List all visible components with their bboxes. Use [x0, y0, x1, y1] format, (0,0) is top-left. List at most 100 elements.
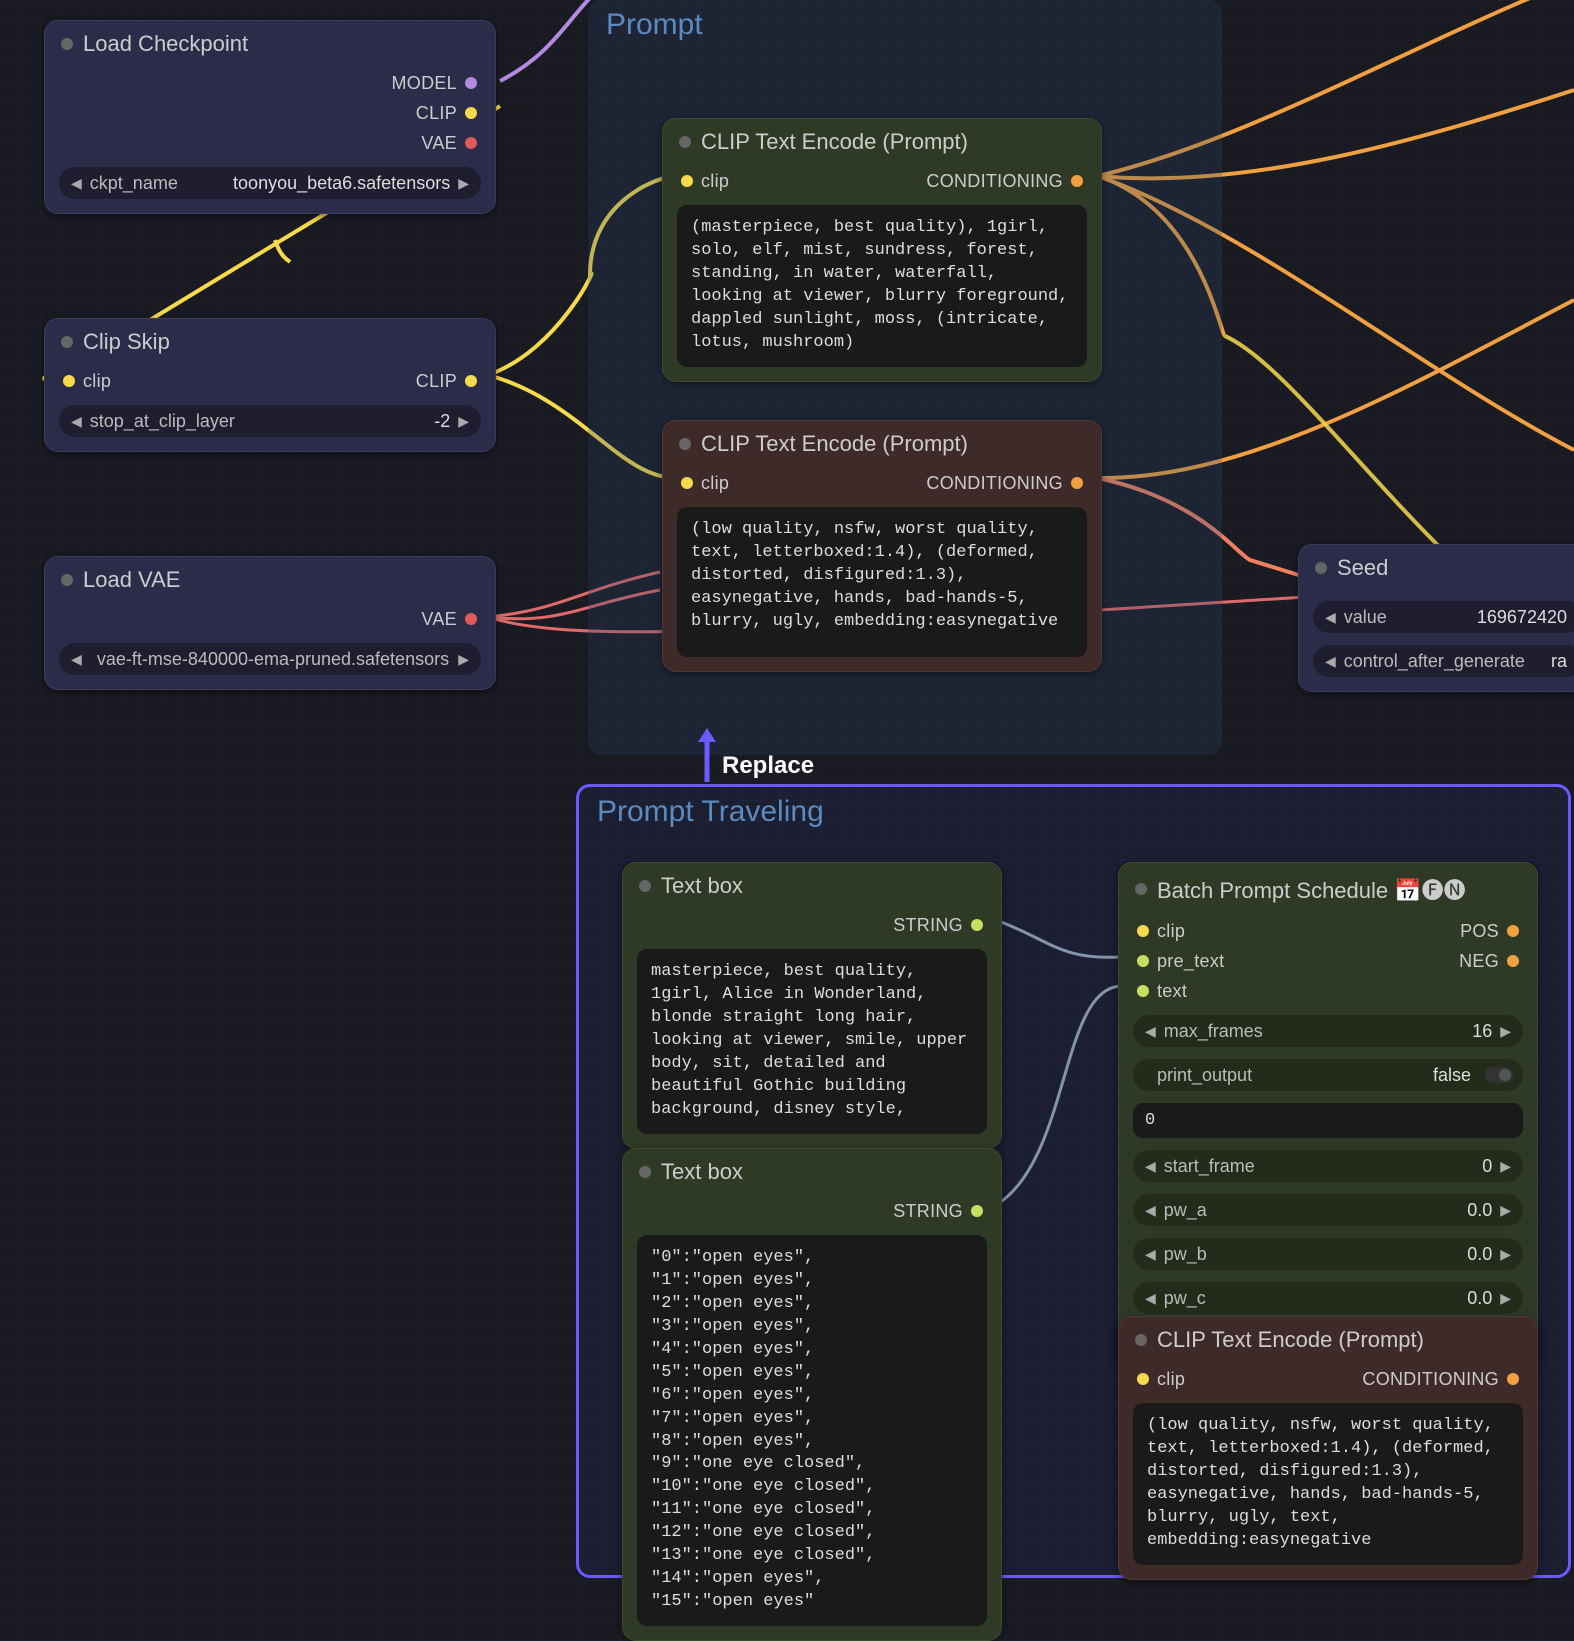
node-header[interactable]: Load VAE	[45, 557, 495, 601]
output-pos[interactable]: POS	[1460, 921, 1519, 942]
port-dot-icon[interactable]	[465, 77, 477, 89]
output-neg[interactable]: NEG	[1459, 951, 1519, 972]
input-pre-text[interactable]: pre_text	[1137, 951, 1224, 972]
chevron-left-icon[interactable]: ◀	[69, 413, 84, 430]
port-dot-icon[interactable]	[465, 107, 477, 119]
node-text-box-2[interactable]: Text box STRING "0":"open eyes", "1":"op…	[622, 1148, 1002, 1641]
param-start-frame[interactable]: ◀ start_frame 0 ▶	[1133, 1150, 1523, 1182]
node-clip-text-encode-negative-2[interactable]: CLIP Text Encode (Prompt) clip CONDITION…	[1118, 1316, 1538, 1580]
chevron-left-icon[interactable]: ◀	[1143, 1023, 1158, 1040]
node-header[interactable]: CLIP Text Encode (Prompt)	[663, 119, 1101, 163]
node-header[interactable]: Batch Prompt Schedule 📅🅕🅝	[1119, 863, 1537, 913]
prompt-text-input[interactable]: (masterpiece, best quality), 1girl, solo…	[677, 205, 1087, 367]
node-header[interactable]: CLIP Text Encode (Prompt)	[1119, 1317, 1537, 1361]
port-dot-icon[interactable]	[63, 375, 75, 387]
chevron-left-icon[interactable]: ◀	[1143, 1158, 1158, 1175]
node-load-vae[interactable]: Load VAE VAE ◀ vae-ft-mse-840000-ema-pru…	[44, 556, 496, 690]
collapse-dot-icon[interactable]	[1135, 883, 1147, 895]
node-clip-text-encode-positive[interactable]: CLIP Text Encode (Prompt) clip CONDITION…	[662, 118, 1102, 382]
prompt-text-input[interactable]: (low quality, nsfw, worst quality, text,…	[677, 507, 1087, 657]
port-dot-icon[interactable]	[1137, 925, 1149, 937]
collapse-dot-icon[interactable]	[639, 1166, 651, 1178]
collapse-dot-icon[interactable]	[61, 336, 73, 348]
param-vae-name[interactable]: ◀ vae-ft-mse-840000-ema-pruned.safetenso…	[59, 643, 481, 675]
input-clip[interactable]: clip	[681, 473, 729, 494]
chevron-left-icon[interactable]: ◀	[1323, 609, 1338, 626]
chevron-left-icon[interactable]: ◀	[69, 651, 84, 668]
output-conditioning[interactable]: CONDITIONING	[1362, 1369, 1519, 1390]
port-dot-icon[interactable]	[681, 477, 693, 489]
input-clip[interactable]: clip	[63, 371, 111, 392]
input-clip[interactable]: clip	[1137, 921, 1185, 942]
output-string[interactable]: STRING	[893, 915, 983, 936]
chevron-left-icon[interactable]: ◀	[1143, 1290, 1158, 1307]
inline-text-input[interactable]: 0	[1133, 1103, 1523, 1138]
node-header[interactable]: CLIP Text Encode (Prompt)	[663, 421, 1101, 465]
node-clip-skip[interactable]: Clip Skip clip CLIP ◀ stop_at_clip_layer…	[44, 318, 496, 452]
node-header[interactable]: Clip Skip	[45, 319, 495, 363]
port-dot-icon[interactable]	[681, 175, 693, 187]
chevron-right-icon[interactable]: ▶	[456, 413, 471, 430]
param-pw-a[interactable]: ◀ pw_a 0.0 ▶	[1133, 1194, 1523, 1226]
param-print-output[interactable]: print_output false	[1133, 1059, 1523, 1091]
toggle-icon[interactable]	[1485, 1067, 1513, 1083]
chevron-left-icon[interactable]: ◀	[69, 175, 84, 192]
node-seed[interactable]: Seed ◀ value 169672420 ◀ control_after_g…	[1298, 544, 1574, 692]
input-clip[interactable]: clip	[1137, 1369, 1185, 1390]
node-header[interactable]: Load Checkpoint	[45, 21, 495, 65]
collapse-dot-icon[interactable]	[61, 574, 73, 586]
port-dot-icon[interactable]	[465, 375, 477, 387]
node-header[interactable]: Text box	[623, 1149, 1001, 1193]
text-input[interactable]: masterpiece, best quality, 1girl, Alice …	[637, 949, 987, 1134]
chevron-right-icon[interactable]: ▶	[1498, 1158, 1513, 1175]
port-dot-icon[interactable]	[465, 613, 477, 625]
port-dot-icon[interactable]	[1137, 1373, 1149, 1385]
port-dot-icon[interactable]	[1137, 955, 1149, 967]
node-text-box-1[interactable]: Text box STRING masterpiece, best qualit…	[622, 862, 1002, 1149]
chevron-left-icon[interactable]: ◀	[1143, 1202, 1158, 1219]
chevron-left-icon[interactable]: ◀	[1143, 1246, 1158, 1263]
chevron-right-icon[interactable]: ▶	[1498, 1023, 1513, 1040]
port-dot-icon[interactable]	[1507, 925, 1519, 937]
port-dot-icon[interactable]	[1071, 477, 1083, 489]
collapse-dot-icon[interactable]	[1315, 562, 1327, 574]
param-control-after-generate[interactable]: ◀ control_after_generate ra	[1313, 645, 1574, 677]
node-batch-prompt-schedule[interactable]: Batch Prompt Schedule 📅🅕🅝 clip POS pre_t…	[1118, 862, 1538, 1373]
output-conditioning[interactable]: CONDITIONING	[926, 473, 1083, 494]
port-dot-icon[interactable]	[1507, 955, 1519, 967]
output-vae[interactable]: VAE	[421, 609, 477, 630]
chevron-right-icon[interactable]: ▶	[1498, 1246, 1513, 1263]
output-clip[interactable]: CLIP	[416, 103, 477, 124]
collapse-dot-icon[interactable]	[679, 438, 691, 450]
node-clip-text-encode-negative[interactable]: CLIP Text Encode (Prompt) clip CONDITION…	[662, 420, 1102, 672]
chevron-right-icon[interactable]: ▶	[456, 651, 471, 668]
collapse-dot-icon[interactable]	[61, 38, 73, 50]
port-dot-icon[interactable]	[1137, 985, 1149, 997]
param-seed-value[interactable]: ◀ value 169672420	[1313, 601, 1574, 633]
param-max-frames[interactable]: ◀ max_frames 16 ▶	[1133, 1015, 1523, 1047]
port-dot-icon[interactable]	[465, 137, 477, 149]
collapse-dot-icon[interactable]	[679, 136, 691, 148]
prompt-text-input[interactable]: (low quality, nsfw, worst quality, text,…	[1133, 1403, 1523, 1565]
output-conditioning[interactable]: CONDITIONING	[926, 171, 1083, 192]
node-header[interactable]: Seed	[1299, 545, 1574, 589]
chevron-left-icon[interactable]: ◀	[1323, 653, 1338, 670]
port-dot-icon[interactable]	[1071, 175, 1083, 187]
node-header[interactable]: Text box	[623, 863, 1001, 907]
input-text[interactable]: text	[1137, 981, 1187, 1002]
param-ckpt-name[interactable]: ◀ ckpt_name toonyou_beta6.safetensors ▶	[59, 167, 481, 199]
text-input[interactable]: "0":"open eyes", "1":"open eyes", "2":"o…	[637, 1235, 987, 1626]
collapse-dot-icon[interactable]	[639, 880, 651, 892]
param-pw-b[interactable]: ◀ pw_b 0.0 ▶	[1133, 1238, 1523, 1270]
output-vae[interactable]: VAE	[421, 133, 477, 154]
port-dot-icon[interactable]	[1507, 1373, 1519, 1385]
output-string[interactable]: STRING	[893, 1201, 983, 1222]
chevron-right-icon[interactable]: ▶	[1498, 1202, 1513, 1219]
node-load-checkpoint[interactable]: Load Checkpoint MODEL CLIP VAE ◀ ckpt_na…	[44, 20, 496, 214]
port-dot-icon[interactable]	[971, 1205, 983, 1217]
chevron-right-icon[interactable]: ▶	[1498, 1290, 1513, 1307]
output-clip[interactable]: CLIP	[416, 371, 477, 392]
input-clip[interactable]: clip	[681, 171, 729, 192]
param-stop-at-clip-layer[interactable]: ◀ stop_at_clip_layer -2 ▶	[59, 405, 481, 437]
port-dot-icon[interactable]	[971, 919, 983, 931]
